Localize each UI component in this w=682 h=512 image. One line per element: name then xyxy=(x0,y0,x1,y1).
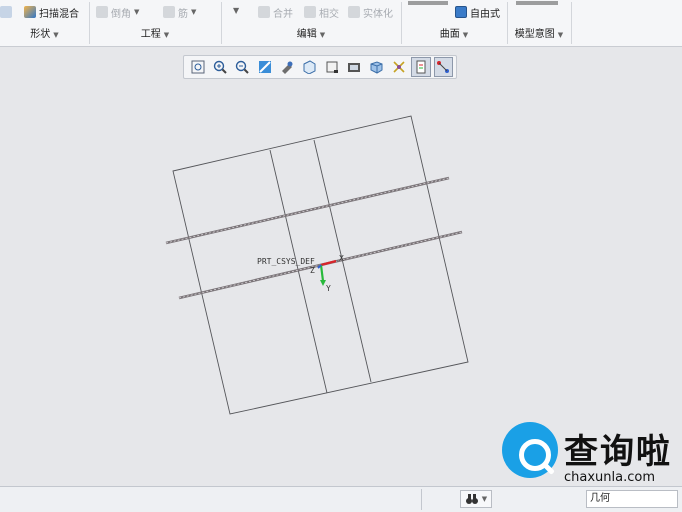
watermark-url: chaxunla.com xyxy=(564,470,655,485)
magnifier-logo-icon xyxy=(502,422,558,478)
graphics-viewport[interactable]: PRT_CSYS_DEF X Z Y xyxy=(0,0,682,486)
csys-y-label: Y xyxy=(326,284,331,293)
coordinate-system[interactable]: PRT_CSYS_DEF X Z Y xyxy=(257,254,344,293)
chevron-down-icon: ▼ xyxy=(481,495,488,503)
csys-name-label: PRT_CSYS_DEF xyxy=(257,257,315,266)
status-divider xyxy=(421,489,422,510)
datum-plane-line xyxy=(269,149,328,394)
sketch-curves xyxy=(165,176,463,300)
selection-type-select[interactable]: 几何 xyxy=(586,490,678,508)
csys-x-label: X xyxy=(339,254,344,263)
csys-y-axis xyxy=(319,264,325,282)
csys-z-label: Z xyxy=(310,266,315,275)
watermark-text: 查询啦 xyxy=(564,432,672,472)
selection-filter-button[interactable]: ▼ xyxy=(460,490,492,508)
watermark-logo: 查询啦 chaxunla.com xyxy=(498,418,682,490)
binoculars-icon xyxy=(465,494,478,504)
